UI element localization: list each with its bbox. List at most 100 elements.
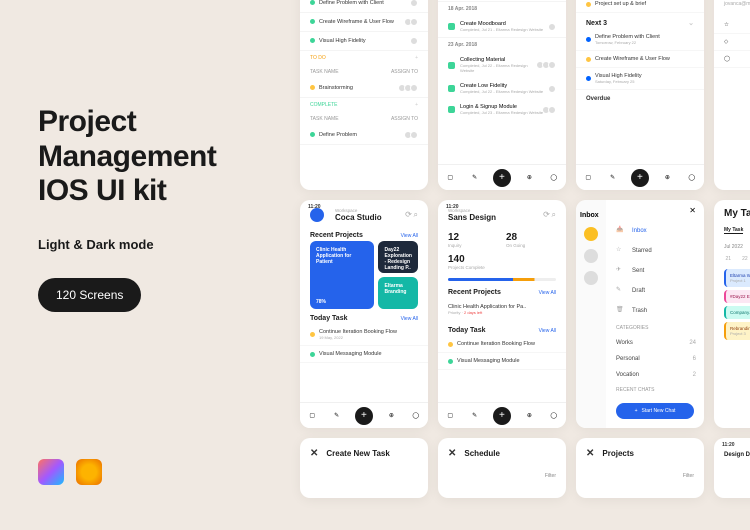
stat-inquiry: 12 — [448, 232, 498, 243]
avatar[interactable] — [584, 271, 598, 285]
menu-draft[interactable]: ✎Draft — [606, 281, 704, 301]
date-section: 23 Apr. 2018 — [438, 37, 566, 52]
nav-add-button[interactable]: + — [493, 169, 511, 187]
menu-inbox[interactable]: 📥Inbox — [606, 221, 704, 241]
chat-item[interactable]: Beby Jovanca — [606, 425, 704, 428]
close-icon[interactable]: ✕ — [689, 206, 696, 215]
nav-add-button[interactable]: + — [631, 169, 649, 187]
close-icon[interactable]: ✕ — [310, 448, 318, 459]
avatar[interactable] — [584, 227, 598, 241]
task-row[interactable]: Continue Iteration Booking Flow — [438, 336, 566, 353]
nav-profile-icon[interactable]: ◯ — [686, 172, 698, 184]
calendar-event[interactable]: Company... — [724, 306, 750, 319]
task-row[interactable]: Visual High FidelitySaturday, February 2… — [576, 68, 704, 90]
task-row[interactable]: Create MoodboardCompleted, Jul 21 - Elta… — [438, 16, 566, 37]
menu-starred[interactable]: ☆Starred — [606, 241, 704, 261]
screen-design-dashboard: 11:20 Design Dashboard and UI Kit — [714, 438, 750, 498]
screen-projects: ✕Projects Filter — [576, 438, 704, 498]
category-works[interactable]: Works24 — [606, 335, 704, 351]
filter-button[interactable]: Filter — [683, 473, 694, 479]
search-icon[interactable]: ⌕ — [552, 210, 556, 219]
task-row[interactable]: Login & Signup ModuleCompleted, Jul 23 -… — [438, 99, 566, 120]
nav-home-icon[interactable]: ▢ — [444, 410, 456, 422]
nav-inbox-icon[interactable]: ⊕ — [523, 172, 535, 184]
refresh-icon[interactable]: ⟳ — [405, 210, 412, 219]
nav-profile-icon[interactable]: ◯ — [410, 410, 422, 422]
workspace-name[interactable]: Coca Studio — [335, 213, 382, 222]
task-row[interactable]: Project set up & brief — [576, 0, 704, 13]
calendar-event[interactable]: #Day22 Explorati... — [724, 290, 750, 303]
page-title: My Task — [724, 208, 750, 219]
nav-edit-icon[interactable]: ✎ — [469, 410, 481, 422]
close-icon[interactable]: ✕ — [448, 448, 456, 459]
task-row[interactable]: Visual Messaging Module — [300, 346, 428, 363]
nav-home-icon[interactable]: ▢ — [582, 172, 594, 184]
workspace-name[interactable]: Sans Design — [448, 213, 496, 222]
task-row[interactable]: Create Low FidelityCompleted, Jul 22 - E… — [438, 78, 566, 99]
project-card[interactable]: Day22 Exploration - Redesign Landing P.. — [378, 241, 418, 273]
stat-complete: 140 — [448, 254, 556, 265]
tabs: My TaskCalendar — [714, 223, 750, 238]
task-row[interactable]: Continue Iteration Booking Flow19 May, 2… — [300, 324, 428, 346]
nav-home-icon[interactable]: ▢ — [444, 172, 456, 184]
add-icon[interactable]: + — [415, 55, 418, 61]
refresh-icon[interactable]: ⟳ — [543, 210, 550, 219]
nav-edit-icon[interactable]: ✎ — [607, 172, 619, 184]
screen-schedule: ✕Schedule Filter — [438, 438, 566, 498]
project-row[interactable]: Clinic Health Application for Pa..Priori… — [438, 298, 566, 321]
search-icon[interactable]: ⌕ — [414, 210, 418, 219]
task-row[interactable]: Visual Messaging Module — [438, 353, 566, 370]
view-all-link[interactable]: View All — [539, 290, 556, 296]
list-item[interactable]: ☆ — [714, 17, 750, 34]
nav-edit-icon[interactable]: ✎ — [331, 410, 343, 422]
new-chat-button[interactable]: +Start New Chat — [616, 403, 694, 419]
screen-today: Today⌄ Project set up & brief Next 3⌄ De… — [576, 0, 704, 190]
nav-inbox-icon[interactable]: ⊕ — [661, 172, 673, 184]
task-row[interactable]: Brainstorming — [300, 79, 428, 98]
task-row[interactable]: Define Problem with Client — [300, 0, 428, 13]
task-row[interactable]: Create Wireframe & User Flow — [300, 13, 428, 32]
task-row[interactable]: Create Wireframe & User Flow — [576, 51, 704, 68]
nav-home-icon[interactable]: ▢ — [306, 410, 318, 422]
calendar-month[interactable]: Jul 2022 — [714, 238, 750, 256]
nav-inbox-icon[interactable]: ⊕ — [385, 410, 397, 422]
nav-profile-icon[interactable]: ◯ — [548, 172, 560, 184]
view-all-link[interactable]: View All — [539, 328, 556, 334]
nav-edit-icon[interactable]: ✎ — [469, 172, 481, 184]
task-row[interactable]: Visual High Fidelity — [300, 32, 428, 51]
section-todo: TO DO — [310, 55, 326, 61]
close-icon[interactable]: ✕ — [586, 448, 594, 459]
list-item[interactable]: ◯ — [714, 51, 750, 68]
status-time: 11:20 — [308, 204, 321, 210]
category-vocation[interactable]: Vocation2 — [606, 367, 704, 383]
task-row[interactable]: Define Problem with ClientTomorrow, Febr… — [576, 29, 704, 51]
avatar[interactable] — [584, 249, 598, 263]
modal-title: Design Dashboard and UI Kit — [724, 452, 750, 458]
progress-bar — [448, 278, 556, 281]
nav-profile-icon[interactable]: ◯ — [548, 410, 560, 422]
bottom-nav: ▢ ✎ + ⊕ ◯ — [438, 164, 566, 190]
task-row[interactable]: Collecting MaterialCompleted, Jul 22 - E… — [438, 52, 566, 78]
workspace-logo — [310, 208, 324, 222]
menu-trash[interactable]: 🗑Trash — [606, 301, 704, 321]
task-row[interactable]: Define Problem — [300, 126, 428, 145]
calendar-event[interactable]: Eltarma Website RedesignProject 1 — [724, 269, 750, 287]
nav-add-button[interactable]: + — [493, 407, 511, 425]
project-card[interactable]: Clinic Health Application for Patient78% — [310, 241, 374, 309]
bottom-nav: ▢ ✎ + ⊕ ◯ — [576, 164, 704, 190]
nav-add-button[interactable]: + — [355, 407, 373, 425]
calendar-event[interactable]: Rebranding Coca Stu...Project 3 — [724, 322, 750, 340]
view-all-link[interactable]: View All — [401, 233, 418, 239]
nav-inbox-icon[interactable]: ⊕ — [523, 410, 535, 422]
tab-mytask[interactable]: My Task — [724, 227, 743, 234]
screen-task-list: Task NameAssign to Define Problem with C… — [300, 0, 428, 190]
filter-button[interactable]: Filter — [545, 473, 556, 479]
list-item[interactable]: ◇ — [714, 34, 750, 51]
menu-sent[interactable]: ✈Sent — [606, 261, 704, 281]
category-personal[interactable]: Personal6 — [606, 351, 704, 367]
modal-title: Create New Task — [326, 449, 389, 458]
chevron-icon[interactable]: ⌄ — [688, 19, 694, 27]
view-all-link[interactable]: View All — [401, 316, 418, 322]
add-icon[interactable]: + — [415, 102, 418, 108]
project-card[interactable]: Eltarma Branding — [378, 277, 418, 309]
